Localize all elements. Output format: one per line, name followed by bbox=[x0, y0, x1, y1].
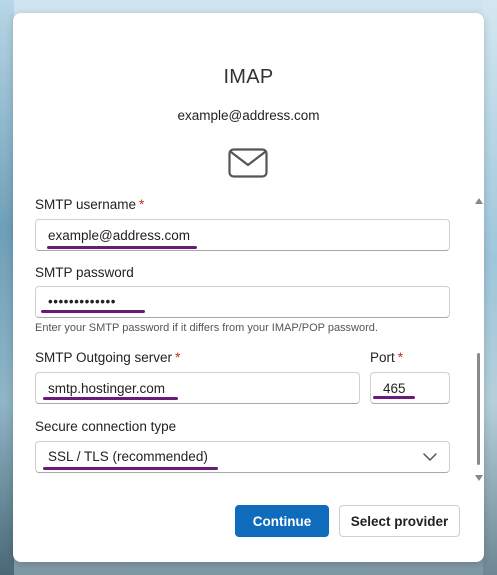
port-input[interactable] bbox=[370, 372, 450, 404]
required-mark: * bbox=[397, 350, 404, 365]
annotation-underline bbox=[43, 467, 218, 470]
connection-type-value: SSL / TLS (recommended) bbox=[48, 449, 208, 464]
smtp-username-label: SMTP username * bbox=[35, 197, 144, 212]
port-label: Port * bbox=[370, 350, 403, 365]
smtp-server-label: SMTP Outgoing server * bbox=[35, 350, 180, 365]
account-email: example@address.com bbox=[177, 108, 320, 123]
connection-type-label-text: Secure connection type bbox=[35, 419, 177, 434]
scroll-down-arrow-icon[interactable] bbox=[475, 475, 483, 481]
smtp-password-value: ••••••••••••• bbox=[48, 294, 116, 309]
required-mark: * bbox=[175, 350, 181, 365]
background-left bbox=[0, 0, 14, 575]
smtp-password-hint: Enter your SMTP password if it differs f… bbox=[35, 322, 378, 334]
connection-type-label: Secure connection type bbox=[35, 419, 176, 434]
background-right bbox=[483, 0, 497, 575]
annotation-underline bbox=[43, 397, 178, 400]
scrollbar-thumb[interactable] bbox=[477, 353, 480, 465]
select-provider-button[interactable]: Select provider bbox=[339, 505, 460, 537]
smtp-password-input[interactable]: ••••••••••••• bbox=[35, 286, 450, 318]
port-label-text: Port bbox=[370, 350, 395, 365]
continue-button[interactable]: Continue bbox=[235, 505, 329, 537]
annotation-underline bbox=[47, 246, 197, 249]
annotation-underline bbox=[41, 310, 145, 313]
dialog-title: IMAP bbox=[223, 66, 274, 88]
smtp-password-label: SMTP password bbox=[35, 265, 134, 280]
annotation-underline bbox=[373, 396, 415, 399]
scroll-up-arrow-icon[interactable] bbox=[475, 198, 483, 204]
chevron-down-icon bbox=[423, 453, 437, 461]
mail-envelope-icon bbox=[228, 148, 268, 178]
required-mark: * bbox=[139, 197, 145, 212]
smtp-username-label-text: SMTP username bbox=[35, 197, 137, 212]
smtp-server-label-text: SMTP Outgoing server bbox=[35, 350, 173, 365]
smtp-password-label-text: SMTP password bbox=[35, 265, 134, 280]
imap-dialog: IMAP example@address.com SMTP username * … bbox=[13, 13, 484, 562]
